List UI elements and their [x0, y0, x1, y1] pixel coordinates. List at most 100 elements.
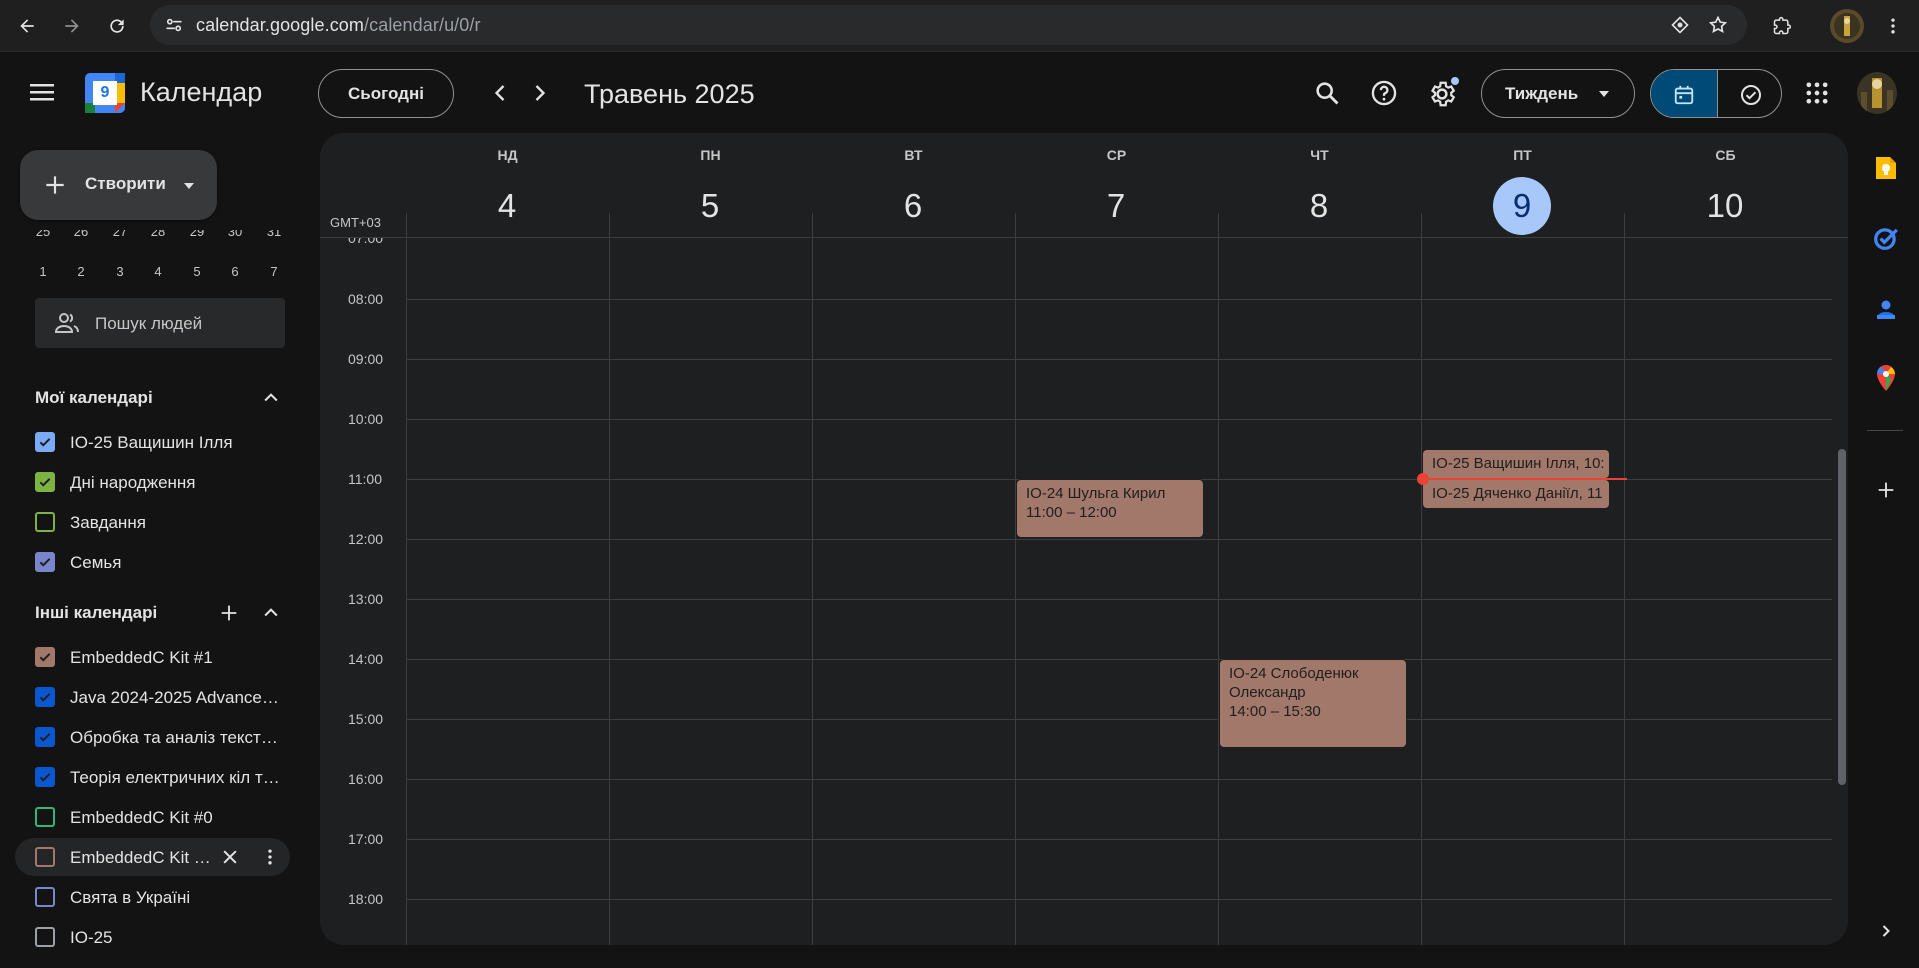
- bookmark-star-icon[interactable]: [1708, 15, 1728, 35]
- task-check-icon: [1740, 84, 1761, 105]
- browser-menu-icon[interactable]: [1876, 9, 1910, 43]
- app-title: Календар: [140, 77, 263, 107]
- calendar-view-toggle[interactable]: [1651, 70, 1717, 117]
- calendar-checkbox[interactable]: [35, 807, 55, 827]
- view-selector[interactable]: Тиждень: [1481, 69, 1635, 118]
- calendar-checkbox[interactable]: [35, 927, 55, 947]
- apps-grid-icon[interactable]: [1803, 79, 1831, 107]
- mini-calendar-day[interactable]: 28: [143, 230, 173, 239]
- mini-calendar-day[interactable]: 5: [182, 264, 212, 279]
- add-calendar-icon[interactable]: [218, 602, 240, 624]
- time-label: 12:00: [348, 531, 384, 547]
- site-info-icon[interactable]: [164, 15, 184, 35]
- more-options-icon[interactable]: [260, 847, 280, 867]
- event-block[interactable]: ІО-24 Слободенюк Олександр 14:00 – 15:30: [1219, 659, 1407, 748]
- maps-pin-icon[interactable]: [1870, 362, 1902, 394]
- calendar-checkbox[interactable]: [35, 432, 55, 452]
- create-button[interactable]: Створити: [20, 150, 217, 220]
- address-bar[interactable]: calendar.google.com/calendar/u/0/r: [150, 5, 1747, 45]
- mini-calendar-day[interactable]: 25: [28, 230, 58, 239]
- lens-icon[interactable]: [1670, 15, 1690, 35]
- timezone-label: GMT+03: [330, 215, 381, 230]
- calendar-item[interactable]: Свята в Україні: [15, 878, 290, 916]
- event-title: ІО-24 Слободенюк Олександр: [1229, 665, 1359, 701]
- prev-week-icon[interactable]: [486, 79, 514, 107]
- hour-line: [406, 599, 1832, 600]
- calendar-checkbox[interactable]: [35, 512, 55, 532]
- browser-profile-avatar[interactable]: [1830, 9, 1864, 43]
- day-number[interactable]: 5: [681, 177, 739, 235]
- calendar-item[interactable]: Java 2024-2025 Advance…: [15, 678, 290, 716]
- calendar-checkbox[interactable]: [35, 887, 55, 907]
- main-menu-icon[interactable]: [30, 81, 58, 105]
- calendar-item[interactable]: EmbeddedC Kit …: [15, 838, 290, 876]
- column-divider: [609, 213, 610, 945]
- settings-gear-icon[interactable]: [1427, 77, 1459, 109]
- forward-icon[interactable]: [55, 9, 89, 43]
- calendar-checkbox[interactable]: [35, 847, 55, 867]
- collapse-chevron-icon[interactable]: [261, 603, 281, 623]
- calendar-checkbox[interactable]: [35, 472, 55, 492]
- tasks-icon[interactable]: [1870, 222, 1902, 254]
- collapse-chevron-icon[interactable]: [261, 388, 281, 408]
- mini-calendar-day[interactable]: 31: [259, 230, 288, 239]
- calendar-checkbox[interactable]: [35, 687, 55, 707]
- add-addon-icon[interactable]: [1870, 474, 1902, 506]
- calendar-item[interactable]: Дні народження: [15, 463, 290, 501]
- calendar-checkbox[interactable]: [35, 552, 55, 572]
- expand-side-panel-icon[interactable]: [1870, 915, 1902, 947]
- mini-calendar-day[interactable]: 26: [66, 230, 96, 239]
- calendar-checkbox[interactable]: [35, 727, 55, 747]
- mini-calendar-day[interactable]: 2: [66, 264, 96, 279]
- mini-calendar-day[interactable]: 7: [259, 264, 289, 279]
- calendar-item[interactable]: EmbeddedC Kit #0: [15, 798, 290, 836]
- event-block[interactable]: ІО-24 Шульга Кирил 11:00 – 12:00: [1016, 479, 1204, 538]
- mini-calendar-day[interactable]: 3: [105, 264, 135, 279]
- mini-calendar-day[interactable]: 30: [220, 230, 250, 239]
- calendar-item[interactable]: ІО-25 Ващишин Ілля: [15, 423, 290, 461]
- day-number-today[interactable]: 9: [1493, 177, 1551, 235]
- grid-scrollbar[interactable]: [1838, 449, 1846, 785]
- mini-calendar-day[interactable]: 6: [220, 264, 250, 279]
- mini-calendar-day[interactable]: 4: [143, 264, 173, 279]
- people-search[interactable]: Пошук людей: [35, 298, 285, 348]
- calendar-item[interactable]: EmbeddedC Kit #1: [15, 638, 290, 676]
- calendar-item[interactable]: Обробка та аналіз текст…: [15, 718, 290, 756]
- help-icon[interactable]: [1370, 79, 1398, 107]
- tasks-view-toggle[interactable]: [1717, 70, 1781, 117]
- calendar-item[interactable]: Теорія електричних кіл т…: [15, 758, 290, 796]
- contacts-icon[interactable]: [1870, 294, 1902, 326]
- keep-icon[interactable]: [1870, 152, 1902, 184]
- current-time-line: [1423, 478, 1627, 480]
- day-number[interactable]: 7: [1087, 177, 1145, 235]
- extensions-icon[interactable]: [1765, 9, 1799, 43]
- event-block[interactable]: ІО-25 Ващишин Ілля, 10:: [1422, 449, 1610, 479]
- create-button-label: Створити: [85, 174, 166, 193]
- calendar-item[interactable]: Семья: [15, 543, 290, 581]
- event-block[interactable]: ІО-25 Дяченко Даніїл, 11: [1422, 479, 1610, 509]
- calendar-checkbox[interactable]: [35, 647, 55, 667]
- calendar-item[interactable]: Завдання: [15, 503, 290, 541]
- calendar-logo-icon[interactable]: 9: [85, 73, 125, 113]
- mini-calendar-row: 1 2 3 4 5 6 7: [28, 264, 288, 284]
- day-of-week-label: ПТ: [1513, 147, 1532, 163]
- calendar-checkbox[interactable]: [35, 767, 55, 787]
- calendar-item[interactable]: ІО-25: [15, 918, 290, 956]
- day-number[interactable]: 10: [1696, 177, 1754, 235]
- account-avatar[interactable]: [1857, 72, 1897, 114]
- mini-calendar-day[interactable]: 27: [105, 230, 135, 239]
- day-number[interactable]: 8: [1290, 177, 1348, 235]
- mini-calendar-day[interactable]: 29: [182, 230, 212, 239]
- mini-calendar-day[interactable]: 1: [28, 264, 58, 279]
- back-icon[interactable]: [10, 9, 44, 43]
- my-calendars-title[interactable]: Мої календарі: [35, 388, 153, 408]
- day-number[interactable]: 4: [478, 177, 536, 235]
- unsubscribe-close-icon[interactable]: [220, 847, 240, 867]
- hour-line: [406, 299, 1832, 300]
- search-icon[interactable]: [1313, 79, 1341, 107]
- other-calendars-title[interactable]: Інші календарі: [35, 603, 157, 623]
- next-week-icon[interactable]: [526, 79, 554, 107]
- today-button[interactable]: Сьогодні: [318, 69, 454, 118]
- reload-icon[interactable]: [100, 9, 134, 43]
- day-number[interactable]: 6: [884, 177, 942, 235]
